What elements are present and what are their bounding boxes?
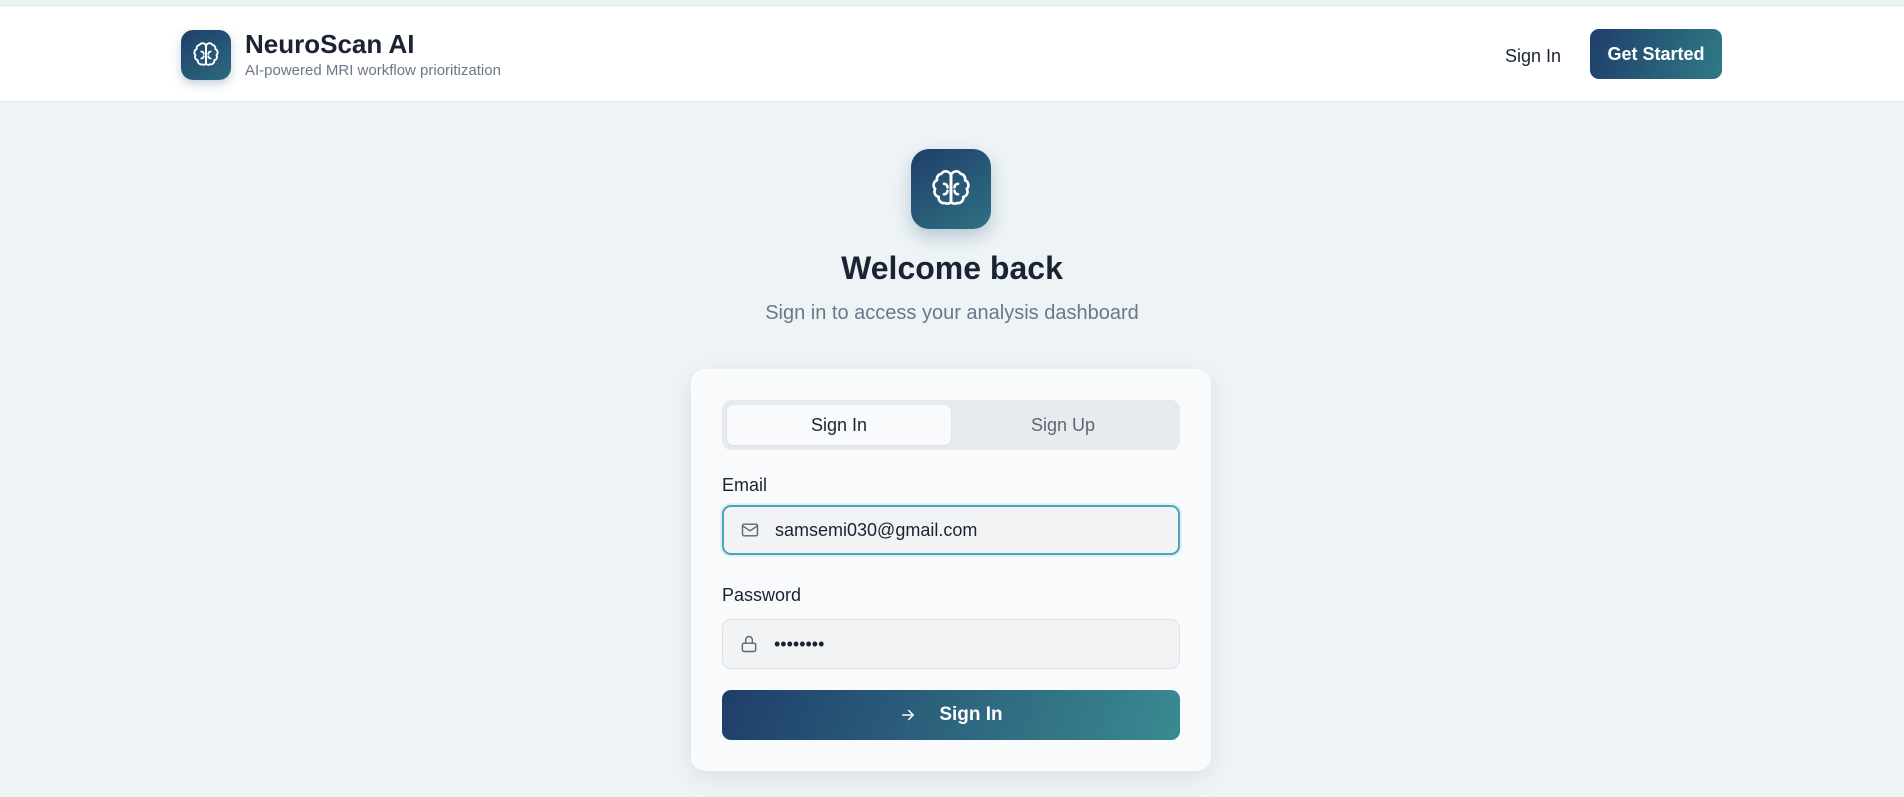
email-label: Email xyxy=(722,475,768,495)
brain-icon xyxy=(181,30,231,80)
page-title: Welcome back xyxy=(841,250,1063,286)
nav-sign-in-button[interactable]: Sign In xyxy=(1495,39,1571,73)
lock-icon xyxy=(738,633,760,655)
sign-in-submit-label: Sign In xyxy=(939,704,1003,725)
email-field[interactable]: samsemi030@gmail.com xyxy=(722,505,1180,555)
page-subtitle: Sign in to access your analysis dashboar… xyxy=(765,302,1139,324)
app-subtitle: AI-powered MRI workflow prioritization xyxy=(245,62,501,79)
brain-icon xyxy=(911,149,991,229)
password-field[interactable]: •••••••• xyxy=(722,619,1180,669)
arrow-right-icon xyxy=(899,706,917,724)
sign-in-submit-button[interactable]: Sign In xyxy=(722,690,1180,740)
tab-sign-up[interactable]: Sign Up xyxy=(951,405,1175,445)
brand[interactable]: NeuroScan AI AI-powered MRI workflow pri… xyxy=(181,29,501,81)
auth-card: Sign In Sign Up Email samsemi030@gmail.c… xyxy=(691,369,1211,771)
password-label: Password xyxy=(722,585,802,605)
password-value: •••••••• xyxy=(774,633,825,654)
email-value: samsemi030@gmail.com xyxy=(775,519,978,540)
get-started-button[interactable]: Get Started xyxy=(1590,29,1722,79)
top-header: NeuroScan AI AI-powered MRI workflow pri… xyxy=(0,6,1904,102)
tab-sign-in[interactable]: Sign In xyxy=(727,405,951,445)
app-title: NeuroScan AI xyxy=(245,29,415,59)
auth-tabs: Sign In Sign Up xyxy=(722,400,1180,450)
mail-icon xyxy=(739,519,761,541)
